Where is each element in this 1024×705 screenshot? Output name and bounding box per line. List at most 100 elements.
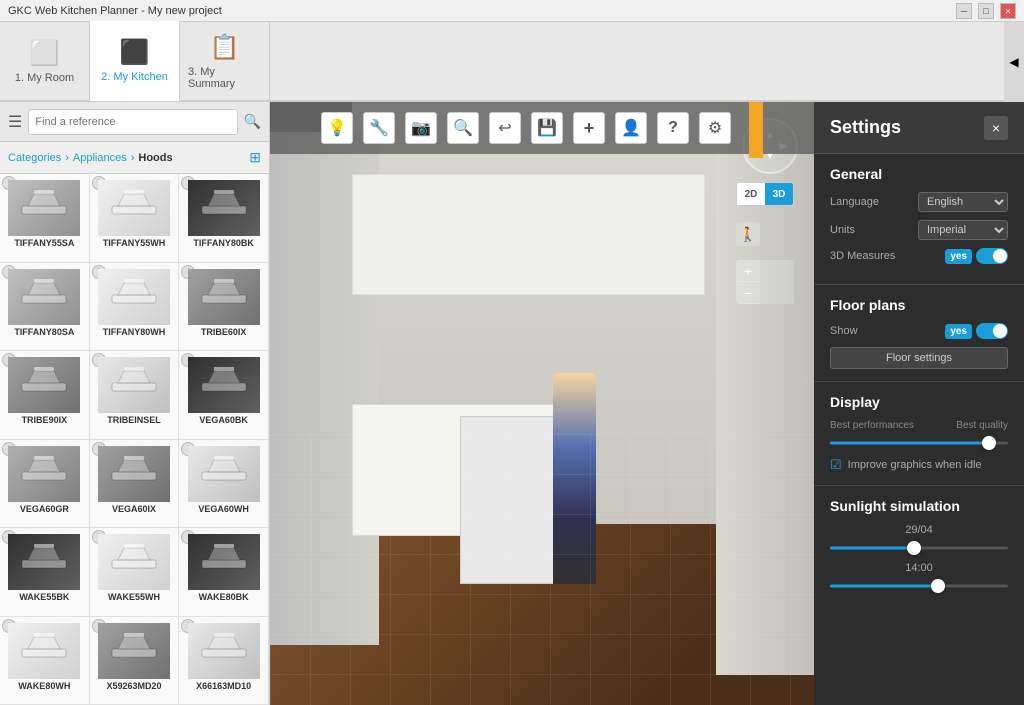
show-toggle-thumb	[993, 324, 1007, 338]
breadcrumb-root[interactable]: Categories	[8, 152, 61, 164]
viewport[interactable]: 💡 🔧 📷 🔍 ↩ 💾 + 👤 ? ⚙	[270, 102, 814, 705]
zoom-controls: + −	[736, 260, 794, 304]
list-item[interactable]: i X59263MD20	[90, 617, 180, 705]
hood-svg	[194, 186, 254, 230]
show-toggle-track[interactable]	[976, 323, 1008, 339]
zoom-in-button[interactable]: +	[736, 260, 760, 282]
product-name: X59263MD20	[106, 681, 161, 692]
zoom-tool-button[interactable]: 🔍	[447, 112, 479, 144]
list-item[interactable]: i TIFFANY55SA	[0, 174, 90, 263]
tab-collapse-button[interactable]: ◀	[1004, 22, 1024, 102]
view-controls: 2D 3D 🚶 + −	[736, 182, 794, 304]
tab-summary[interactable]: 📋 3. My Summary	[180, 21, 270, 101]
hood-svg	[194, 275, 254, 319]
color-indicator	[749, 102, 763, 158]
list-item[interactable]: i VEGA60GR	[0, 440, 90, 529]
help-tool-button[interactable]: ?	[657, 112, 689, 144]
settings-show-toggle[interactable]: yes	[945, 323, 1008, 339]
app-container: ⬜ 1. My Room ⬛ 2. My Kitchen 📋 3. My Sum…	[0, 22, 1024, 705]
sunlight-time-thumb[interactable]	[931, 579, 945, 593]
list-item[interactable]: i TIFFANY80BK	[179, 174, 269, 263]
window-controls: ─ □ ×	[956, 3, 1016, 19]
light-tool-button[interactable]: 💡	[321, 112, 353, 144]
settings-units-select[interactable]: Imperial Metric	[918, 220, 1008, 240]
tab-kitchen-label: 2. My Kitchen	[101, 71, 168, 83]
search-icon[interactable]: 🔍	[244, 113, 261, 130]
list-item[interactable]: i TRIBE60IX	[179, 263, 269, 352]
sunlight-time-fill	[830, 585, 937, 588]
undo-tool-button[interactable]: ↩	[489, 112, 521, 144]
tab-kitchen[interactable]: ⬛ 2. My Kitchen	[90, 21, 180, 101]
list-item[interactable]: i TIFFANY80SA	[0, 263, 90, 352]
sunlight-date-thumb[interactable]	[907, 541, 921, 555]
summary-icon: 📋	[210, 33, 240, 62]
sunlight-date: 29/04	[830, 524, 1008, 536]
improve-checkbox[interactable]: ☑	[830, 457, 842, 473]
hood-svg	[14, 363, 74, 407]
walkthrough-button[interactable]: 🚶	[736, 222, 760, 246]
product-name: TIFFANY55WH	[103, 238, 166, 249]
save-tool-button[interactable]: 💾	[531, 112, 563, 144]
sunlight-time: 14:00	[830, 562, 1008, 574]
improve-label: Improve graphics when idle	[848, 459, 982, 471]
list-item[interactable]: i TIFFANY80WH	[90, 263, 180, 352]
hood-svg	[14, 275, 74, 319]
close-button[interactable]: ×	[1000, 3, 1016, 19]
tabbar: ⬜ 1. My Room ⬛ 2. My Kitchen 📋 3. My Sum…	[0, 22, 1024, 102]
settings-panel: Settings × General Language English Fren…	[814, 102, 1024, 705]
product-name: TIFFANY55SA	[14, 238, 74, 249]
product-thumbnail	[8, 180, 80, 236]
hood-svg	[194, 452, 254, 496]
list-item[interactable]: i WAKE80BK	[179, 528, 269, 617]
list-item[interactable]: i VEGA60IX	[90, 440, 180, 529]
list-item[interactable]: i WAKE80WH	[0, 617, 90, 705]
floor-settings-button[interactable]: Floor settings	[830, 347, 1008, 369]
list-item[interactable]: i X66163MD10	[179, 617, 269, 705]
improve-graphics-row: ☑ Improve graphics when idle	[830, 457, 1008, 473]
settings-tool-button[interactable]: ⚙	[699, 112, 731, 144]
list-item[interactable]: i TRIBEINSEL	[90, 351, 180, 440]
list-item[interactable]: i TRIBE90IX	[0, 351, 90, 440]
measures-toggle-track[interactable]	[976, 248, 1008, 264]
list-item[interactable]: i VEGA60WH	[179, 440, 269, 529]
settings-close-button[interactable]: ×	[984, 116, 1008, 140]
product-thumbnail	[98, 269, 170, 325]
person-tool-button[interactable]: 👤	[615, 112, 647, 144]
display-slider-thumb[interactable]	[982, 436, 996, 450]
list-item[interactable]: i VEGA60BK	[179, 351, 269, 440]
room-icon: ⬜	[30, 39, 60, 68]
list-item[interactable]: i WAKE55WH	[90, 528, 180, 617]
breadcrumb-level1[interactable]: Appliances	[73, 152, 127, 164]
pointer-tool-button[interactable]: 🔧	[363, 112, 395, 144]
camera-tool-button[interactable]: 📷	[405, 112, 437, 144]
settings-measures-toggle[interactable]: yes	[945, 248, 1008, 264]
products-grid: i TIFFANY55SA i TIFFANY55WH i	[0, 174, 269, 705]
add-tool-button[interactable]: +	[573, 112, 605, 144]
settings-units-label: Units	[830, 224, 855, 236]
hood-svg	[104, 275, 164, 319]
zoom-out-button[interactable]: −	[736, 282, 760, 304]
measures-toggle-thumb	[993, 249, 1007, 263]
search-input[interactable]	[28, 109, 237, 135]
list-view-button[interactable]: ⊞	[249, 149, 261, 166]
maximize-button[interactable]: □	[978, 3, 994, 19]
list-item[interactable]: i WAKE55BK	[0, 528, 90, 617]
settings-language-select[interactable]: English French Spanish German	[918, 192, 1008, 212]
product-name: TRIBEINSEL	[107, 415, 161, 426]
product-thumbnail	[8, 623, 80, 679]
tab-room[interactable]: ⬜ 1. My Room	[0, 21, 90, 101]
titlebar: GKC Web Kitchen Planner - My new project…	[0, 0, 1024, 22]
product-name: VEGA60IX	[112, 504, 156, 515]
quality-label: Best quality	[956, 420, 1008, 431]
settings-floor-plans-title: Floor plans	[830, 297, 1008, 313]
sunlight-date-slider-container	[830, 540, 1008, 556]
list-item[interactable]: i TIFFANY55WH	[90, 174, 180, 263]
view-2d-button[interactable]: 2D	[737, 183, 765, 205]
hood-svg	[104, 629, 164, 673]
view-3d-button[interactable]: 3D	[765, 183, 793, 205]
content-area: ☰ 🔍 Categories › Appliances › Hoods ⊞ i	[0, 102, 1024, 705]
product-name: X66163MD10	[196, 681, 251, 692]
hood-svg	[194, 540, 254, 584]
sidebar-menu-button[interactable]: ☰	[8, 112, 22, 132]
minimize-button[interactable]: ─	[956, 3, 972, 19]
